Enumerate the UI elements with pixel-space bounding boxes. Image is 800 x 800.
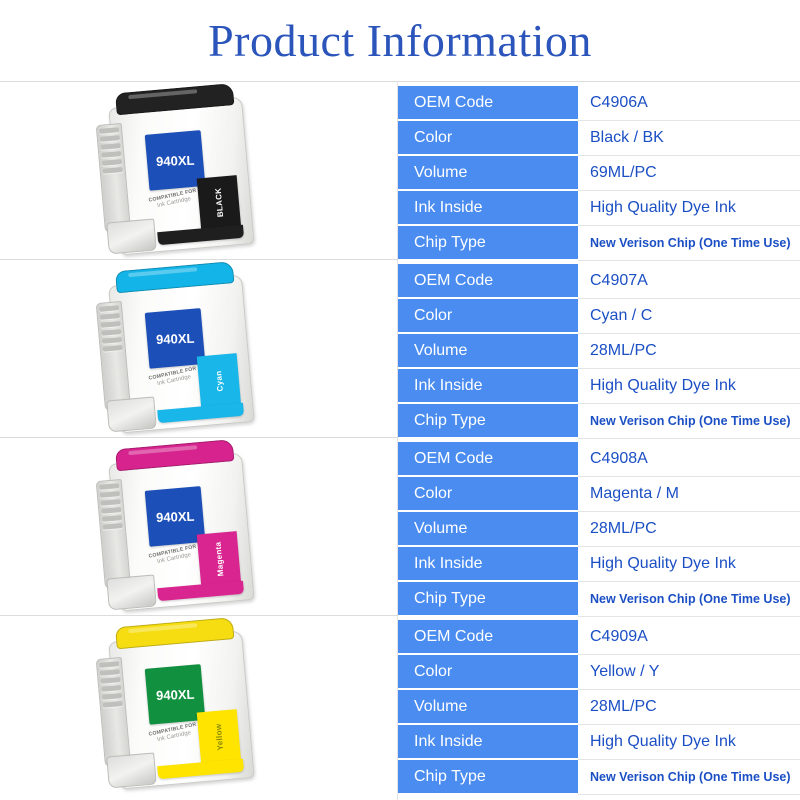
spec-label-chip-type: Chip Type xyxy=(398,582,578,617)
spec-value-chip-type: New Verison Chip (One Time Use) xyxy=(578,582,800,617)
spec-row-chip-type: Chip Type New Verison Chip (One Time Use… xyxy=(398,760,800,795)
spec-label-volume: Volume xyxy=(398,512,578,547)
spec-row-oem-code: OEM Code C4909A xyxy=(398,620,800,655)
spec-row-color: Color Black / BK xyxy=(398,121,800,156)
spec-value-chip-type: New Verison Chip (One Time Use) xyxy=(578,404,800,439)
spec-label-color: Color xyxy=(398,299,578,334)
spec-label-color: Color xyxy=(398,121,578,156)
cartridge-color-swatch: Magenta xyxy=(196,531,242,587)
spec-label-color: Color xyxy=(398,477,578,512)
cartridge-image-cyan: 940XL COMPATIBLE FOR Ink Cartridge Cyan xyxy=(0,260,398,437)
spec-value-chip-type: New Verison Chip (One Time Use) xyxy=(578,760,800,795)
spec-table-magenta: OEM Code C4908A Color Magenta / M Volume… xyxy=(398,438,800,617)
spec-value-ink-inside: High Quality Dye Ink xyxy=(578,725,800,760)
page-title: Product Information xyxy=(208,14,592,66)
spec-value-oem-code: C4908A xyxy=(578,442,800,477)
spec-value-volume: 69ML/PC xyxy=(578,156,800,191)
spec-table-yellow: OEM Code C4909A Color Yellow / Y Volume … xyxy=(398,616,800,800)
page-header: Product Information xyxy=(0,0,800,82)
spec-row-ink-inside: Ink Inside High Quality Dye Ink xyxy=(398,191,800,226)
spec-value-chip-type: New Verison Chip (One Time Use) xyxy=(578,226,800,261)
cartridge-model-text: 940XL xyxy=(155,152,195,169)
spec-row-chip-type: Chip Type New Verison Chip (One Time Use… xyxy=(398,226,800,261)
spec-label-volume: Volume xyxy=(398,156,578,191)
cartridge-illustration: 940XL COMPATIBLE FOR Ink Cartridge Yello… xyxy=(85,616,275,795)
spec-label-oem-code: OEM Code xyxy=(398,620,578,655)
spec-label-chip-type: Chip Type xyxy=(398,760,578,795)
cartridge-base xyxy=(106,574,157,611)
spec-value-color: Cyan / C xyxy=(578,299,800,334)
spec-value-color: Yellow / Y xyxy=(578,655,800,690)
spec-row-volume: Volume 69ML/PC xyxy=(398,156,800,191)
cartridge-illustration: 940XL COMPATIBLE FOR Ink Cartridge Cyan xyxy=(85,260,275,437)
spec-label-ink-inside: Ink Inside xyxy=(398,725,578,760)
spec-row-ink-inside: Ink Inside High Quality Dye Ink xyxy=(398,547,800,582)
spec-row-chip-type: Chip Type New Verison Chip (One Time Use… xyxy=(398,582,800,617)
spec-value-volume: 28ML/PC xyxy=(578,334,800,369)
product-block-cyan: 940XL COMPATIBLE FOR Ink Cartridge Cyan … xyxy=(0,260,800,439)
cartridge-model-text: 940XL xyxy=(155,330,195,347)
spec-row-ink-inside: Ink Inside High Quality Dye Ink xyxy=(398,725,800,760)
spec-row-oem-code: OEM Code C4908A xyxy=(398,442,800,477)
spec-value-volume: 28ML/PC xyxy=(578,690,800,725)
spec-value-ink-inside: High Quality Dye Ink xyxy=(578,191,800,226)
cartridge-color-name: Cyan xyxy=(213,369,225,392)
spec-value-oem-code: C4906A xyxy=(578,86,800,121)
spec-row-volume: Volume 28ML/PC xyxy=(398,512,800,547)
cartridge-color-name: BLACK xyxy=(213,187,225,218)
spec-row-color: Color Yellow / Y xyxy=(398,655,800,690)
spec-value-volume: 28ML/PC xyxy=(578,512,800,547)
spec-row-volume: Volume 28ML/PC xyxy=(398,690,800,725)
spec-table-black: OEM Code C4906A Color Black / BK Volume … xyxy=(398,82,800,261)
cartridge-image-yellow: 940XL COMPATIBLE FOR Ink Cartridge Yello… xyxy=(0,616,398,800)
cartridge-color-swatch: BLACK xyxy=(196,175,242,231)
cartridge-color-swatch: Cyan xyxy=(196,353,242,409)
cartridge-model-text: 940XL xyxy=(155,686,195,703)
spec-label-volume: Volume xyxy=(398,334,578,369)
product-information-page: Product Information 940XL COMPATIBLE FOR… xyxy=(0,0,800,800)
spec-row-oem-code: OEM Code C4907A xyxy=(398,264,800,299)
cartridge-color-name: Yellow xyxy=(213,723,225,751)
spec-label-volume: Volume xyxy=(398,690,578,725)
cartridge-illustration: 940XL COMPATIBLE FOR Ink Cartridge Magen… xyxy=(85,438,275,615)
spec-value-color: Magenta / M xyxy=(578,477,800,512)
spec-label-oem-code: OEM Code xyxy=(398,442,578,477)
cartridge-illustration: 940XL COMPATIBLE FOR Ink Cartridge BLACK xyxy=(85,82,275,259)
spec-row-volume: Volume 28ML/PC xyxy=(398,334,800,369)
cartridge-image-magenta: 940XL COMPATIBLE FOR Ink Cartridge Magen… xyxy=(0,438,398,615)
spec-table-cyan: OEM Code C4907A Color Cyan / C Volume 28… xyxy=(398,260,800,439)
product-block-magenta: 940XL COMPATIBLE FOR Ink Cartridge Magen… xyxy=(0,438,800,617)
cartridge-model-text: 940XL xyxy=(155,508,195,525)
cartridge-base xyxy=(106,218,157,255)
cartridge-color-name: Magenta xyxy=(212,541,225,577)
spec-label-oem-code: OEM Code xyxy=(398,86,578,121)
spec-label-ink-inside: Ink Inside xyxy=(398,191,578,226)
spec-row-ink-inside: Ink Inside High Quality Dye Ink xyxy=(398,369,800,404)
cartridge-base xyxy=(106,396,157,433)
product-block-yellow: 940XL COMPATIBLE FOR Ink Cartridge Yello… xyxy=(0,616,800,800)
spec-value-oem-code: C4909A xyxy=(578,620,800,655)
spec-label-color: Color xyxy=(398,655,578,690)
spec-value-oem-code: C4907A xyxy=(578,264,800,299)
spec-row-oem-code: OEM Code C4906A xyxy=(398,86,800,121)
spec-row-chip-type: Chip Type New Verison Chip (One Time Use… xyxy=(398,404,800,439)
spec-row-color: Color Cyan / C xyxy=(398,299,800,334)
spec-value-color: Black / BK xyxy=(578,121,800,156)
spec-label-chip-type: Chip Type xyxy=(398,404,578,439)
cartridge-base xyxy=(106,752,157,789)
spec-label-ink-inside: Ink Inside xyxy=(398,547,578,582)
product-block-black: 940XL COMPATIBLE FOR Ink Cartridge BLACK… xyxy=(0,82,800,261)
spec-label-oem-code: OEM Code xyxy=(398,264,578,299)
spec-value-ink-inside: High Quality Dye Ink xyxy=(578,369,800,404)
spec-value-ink-inside: High Quality Dye Ink xyxy=(578,547,800,582)
cartridge-color-swatch: Yellow xyxy=(196,709,242,765)
spec-label-chip-type: Chip Type xyxy=(398,226,578,261)
spec-label-ink-inside: Ink Inside xyxy=(398,369,578,404)
cartridge-image-black: 940XL COMPATIBLE FOR Ink Cartridge BLACK xyxy=(0,82,398,259)
spec-row-color: Color Magenta / M xyxy=(398,477,800,512)
